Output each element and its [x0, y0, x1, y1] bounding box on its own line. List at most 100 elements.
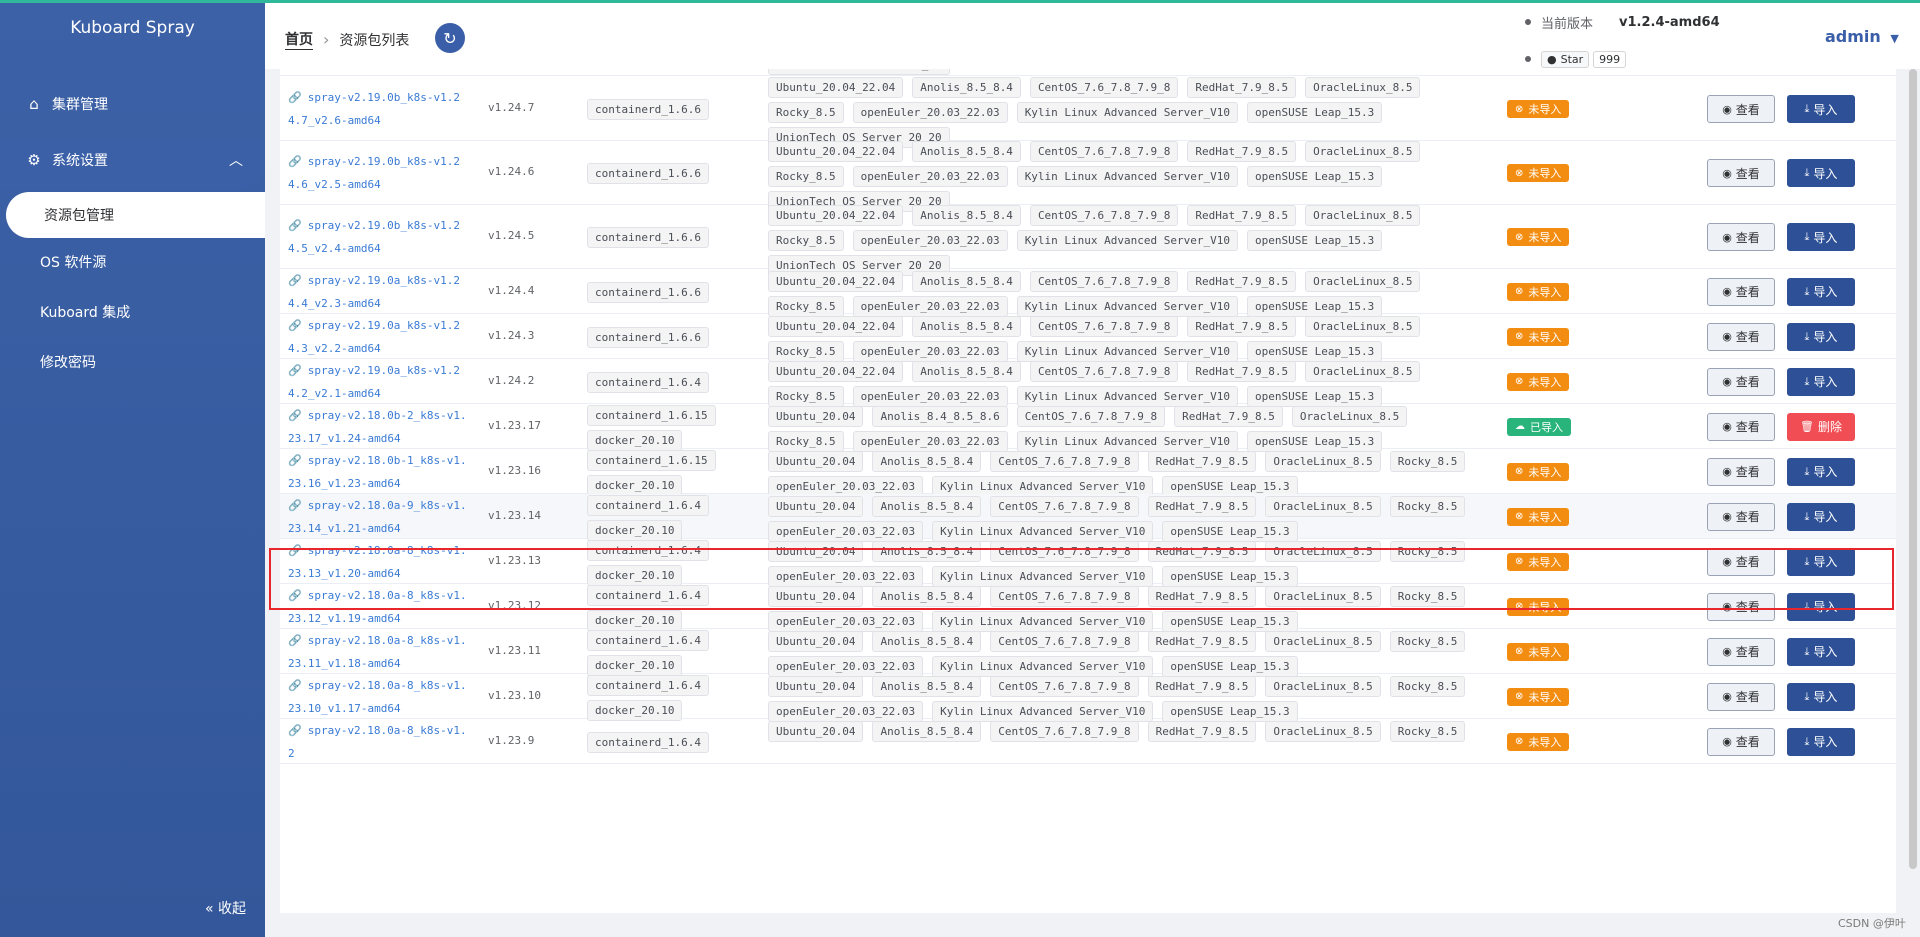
link-icon: 🔗	[288, 155, 302, 168]
download-icon: ⤓	[1804, 374, 1810, 388]
os-tag: CentOS_7.6_7.8_7.9_8	[1029, 204, 1179, 226]
os-tag: OracleLinux_8.5	[1305, 76, 1421, 98]
resource-link[interactable]: 🔗 spray-v2.18.0a-8_k8s-v1.23.10_v1.17-amd…	[288, 674, 473, 720]
bullet-icon	[1525, 56, 1531, 62]
import-button[interactable]: ⤓ 导入	[1787, 95, 1855, 123]
resource-link[interactable]: 🔗 spray-v2.19.0a_k8s-v1.24.3_v2.2-amd64	[288, 314, 473, 360]
circle-x-icon: ⊗	[1515, 601, 1524, 612]
sidebar-item-password[interactable]: 修改密码	[0, 342, 265, 382]
sidebar-item-clusters[interactable]: ⌂ 集群管理	[0, 84, 265, 124]
os-tag: OracleLinux_8.5	[1305, 140, 1421, 162]
refresh-button[interactable]: ↻	[435, 23, 465, 53]
os-tag: OracleLinux_8.5	[1265, 540, 1381, 562]
download-icon: ⤓	[1804, 644, 1810, 658]
resource-link[interactable]: 🔗 spray-v2.18.0a-8_k8s-v1.23.11_v1.18-amd…	[288, 629, 473, 675]
collapse-button[interactable]: « 收起	[205, 898, 246, 918]
eye-icon: ◉	[1722, 465, 1732, 478]
view-button[interactable]: ◉ 查看	[1707, 159, 1775, 187]
resource-name: spray-v2.18.0a-9_k8s-v1.23.14_v1.21-amd6…	[288, 498, 467, 535]
download-icon: ⤓	[1804, 689, 1810, 703]
view-button[interactable]: ◉ 查看	[1707, 95, 1775, 123]
user-menu[interactable]: admin ▼	[1825, 27, 1899, 46]
action-label: 导入	[1813, 735, 1838, 749]
status-text: 未导入	[1528, 285, 1562, 299]
view-button[interactable]: ◉ 查看	[1707, 502, 1775, 531]
os-tag: Ubuntu_20.04	[768, 495, 864, 517]
sidebar: Kuboard Spray ⌂ 集群管理 ⚙ 系统设置 ︿ 资源包管理 OS 软…	[0, 0, 265, 937]
chevron-right-icon: ›	[323, 30, 330, 49]
resource-link[interactable]: 🔗 spray-v2.18.0a-8_k8s-v1.2	[288, 719, 473, 765]
resource-link[interactable]: 🔗 spray-v2.18.0b-1_k8s-v1.23.16_v1.23-amd…	[288, 449, 473, 495]
resource-link[interactable]: 🔗 spray-v2.19.0b_k8s-v1.24.7_v2.6-amd64	[288, 86, 473, 132]
view-button[interactable]: ◉ 查看	[1707, 277, 1775, 306]
import-button[interactable]: ⤓ 导入	[1787, 547, 1855, 576]
table-row: 🔗 spray-v2.19.0b_k8s-v1.24.5_v2.4-amd64 v1…	[280, 204, 1896, 276]
download-icon: ⤓	[1804, 230, 1810, 243]
view-button[interactable]: ◉ 查看	[1707, 547, 1775, 576]
sidebar-item-label: 资源包管理	[44, 208, 114, 224]
row-actions: ◉ 查看 ⤓ 导入	[1707, 457, 1855, 486]
import-button[interactable]: ⤓ 导入	[1787, 682, 1855, 711]
resource-name: spray-v2.18.0a-8_k8s-v1.23.13_v1.20-amd6…	[288, 543, 467, 580]
resource-link[interactable]: 🔗 spray-v2.19.0a_k8s-v1.24.4_v2.3-amd64	[288, 269, 473, 315]
sidebar-item-settings[interactable]: ⚙ 系统设置 ︿	[0, 140, 265, 180]
breadcrumb-home[interactable]: 首页	[285, 29, 313, 50]
sidebar-item-os-mirror[interactable]: OS 软件源	[0, 242, 265, 282]
resource-link[interactable]: 🔗 spray-v2.19.0b_k8s-v1.24.5_v2.4-amd64	[288, 214, 473, 260]
os-tag: RedHat_7.9_8.5	[1147, 630, 1257, 652]
import-button[interactable]: ⤓ 导入	[1787, 727, 1855, 756]
view-button[interactable]: ◉ 查看	[1707, 223, 1775, 251]
os-tag: OracleLinux_8.5	[1305, 270, 1421, 292]
resource-link[interactable]: 🔗 spray-v2.18.0a-8_k8s-v1.23.13_v1.20-amd…	[288, 539, 473, 585]
container-runtimes: containerd_1.6.4docker_20.10	[587, 538, 737, 588]
view-button[interactable]: ◉ 查看	[1707, 322, 1775, 351]
import-button[interactable]: ⤓ 导入	[1787, 637, 1855, 666]
os-list: Ubuntu_20.04_22.04 Anolis_8.5_8.4 CentOS_7…	[768, 269, 1498, 319]
eye-icon: ◉	[1722, 690, 1732, 703]
os-tag: OracleLinux_8.5	[1265, 450, 1381, 472]
github-star-button[interactable]: ● Star	[1541, 50, 1590, 68]
os-tag: CentOS_7.6_7.8_7.9_8	[990, 585, 1139, 607]
sidebar-item-resources[interactable]: 资源包管理	[6, 192, 265, 238]
view-button[interactable]: ◉ 查看	[1707, 592, 1775, 621]
container-runtimes: containerd_1.6.6	[587, 325, 737, 350]
import-button[interactable]: ⤓ 导入	[1787, 367, 1855, 396]
eye-icon: ◉	[1722, 735, 1732, 748]
import-button[interactable]: ⤓ 导入	[1787, 322, 1855, 351]
os-tag: CentOS_7.6_7.8_7.9_8	[990, 630, 1139, 652]
resource-name: spray-v2.19.0a_k8s-v1.24.3_v2.2-amd64	[288, 318, 461, 355]
import-button[interactable]: ⤓ 导入	[1787, 159, 1855, 187]
download-icon: ⤓	[1804, 599, 1810, 613]
row-actions: ◉ 查看 ⤓ 导入	[1707, 592, 1855, 621]
import-button[interactable]: ⤓ 导入	[1787, 223, 1855, 251]
os-tag: Rocky_8.5	[1389, 540, 1466, 562]
os-tag: CentOS_7.6_7.8_7.9_8	[990, 720, 1139, 742]
view-button[interactable]: ◉ 查看	[1707, 637, 1775, 666]
import-button[interactable]: ⤓ 导入	[1787, 277, 1855, 306]
os-tag: Ubuntu_20.04	[768, 585, 864, 607]
watermark: CSDN @伊叶	[1838, 917, 1906, 930]
resource-link[interactable]: 🔗 spray-v2.18.0a-9_k8s-v1.23.14_v1.21-amd…	[288, 494, 473, 540]
delete-button[interactable]: 🗑 删除	[1787, 412, 1855, 441]
scrollbar[interactable]	[1909, 69, 1917, 869]
import-button[interactable]: ⤓ 导入	[1787, 502, 1855, 531]
resource-link[interactable]: 🔗 spray-v2.18.0a-8_k8s-v1.23.12_v1.19-amd…	[288, 584, 473, 630]
view-button[interactable]: ◉ 查看	[1707, 457, 1775, 486]
view-button[interactable]: ◉ 查看	[1707, 682, 1775, 711]
os-tag: Rocky_8.5	[1389, 450, 1466, 472]
view-button[interactable]: ◉ 查看	[1707, 412, 1775, 441]
sidebar-item-kuboard[interactable]: Kuboard 集成	[0, 292, 265, 332]
import-button[interactable]: ⤓ 导入	[1787, 457, 1855, 486]
view-button[interactable]: ◉ 查看	[1707, 727, 1775, 756]
resource-link[interactable]: 🔗 spray-v2.19.0a_k8s-v1.24.2_v2.1-amd64	[288, 359, 473, 405]
os-tag: Ubuntu_20.04_22.04	[768, 360, 904, 382]
os-tag: Ubuntu_20.04_22.04	[768, 270, 904, 292]
resource-link[interactable]: 🔗 spray-v2.19.0b_k8s-v1.24.6_v2.5-amd64	[288, 150, 473, 196]
import-button[interactable]: ⤓ 导入	[1787, 592, 1855, 621]
resource-link[interactable]: 🔗 spray-v2.18.0b-2_k8s-v1.23.17_v1.24-amd…	[288, 404, 473, 450]
container-tag: containerd_1.6.6	[587, 99, 709, 120]
resource-table: _UnionTech OS Server 20_20🔗spray-v2.19.0…	[280, 69, 1896, 913]
k8s-version: v1.24.5	[488, 229, 535, 242]
status-text: 未导入	[1528, 735, 1562, 749]
view-button[interactable]: ◉ 查看	[1707, 367, 1775, 396]
